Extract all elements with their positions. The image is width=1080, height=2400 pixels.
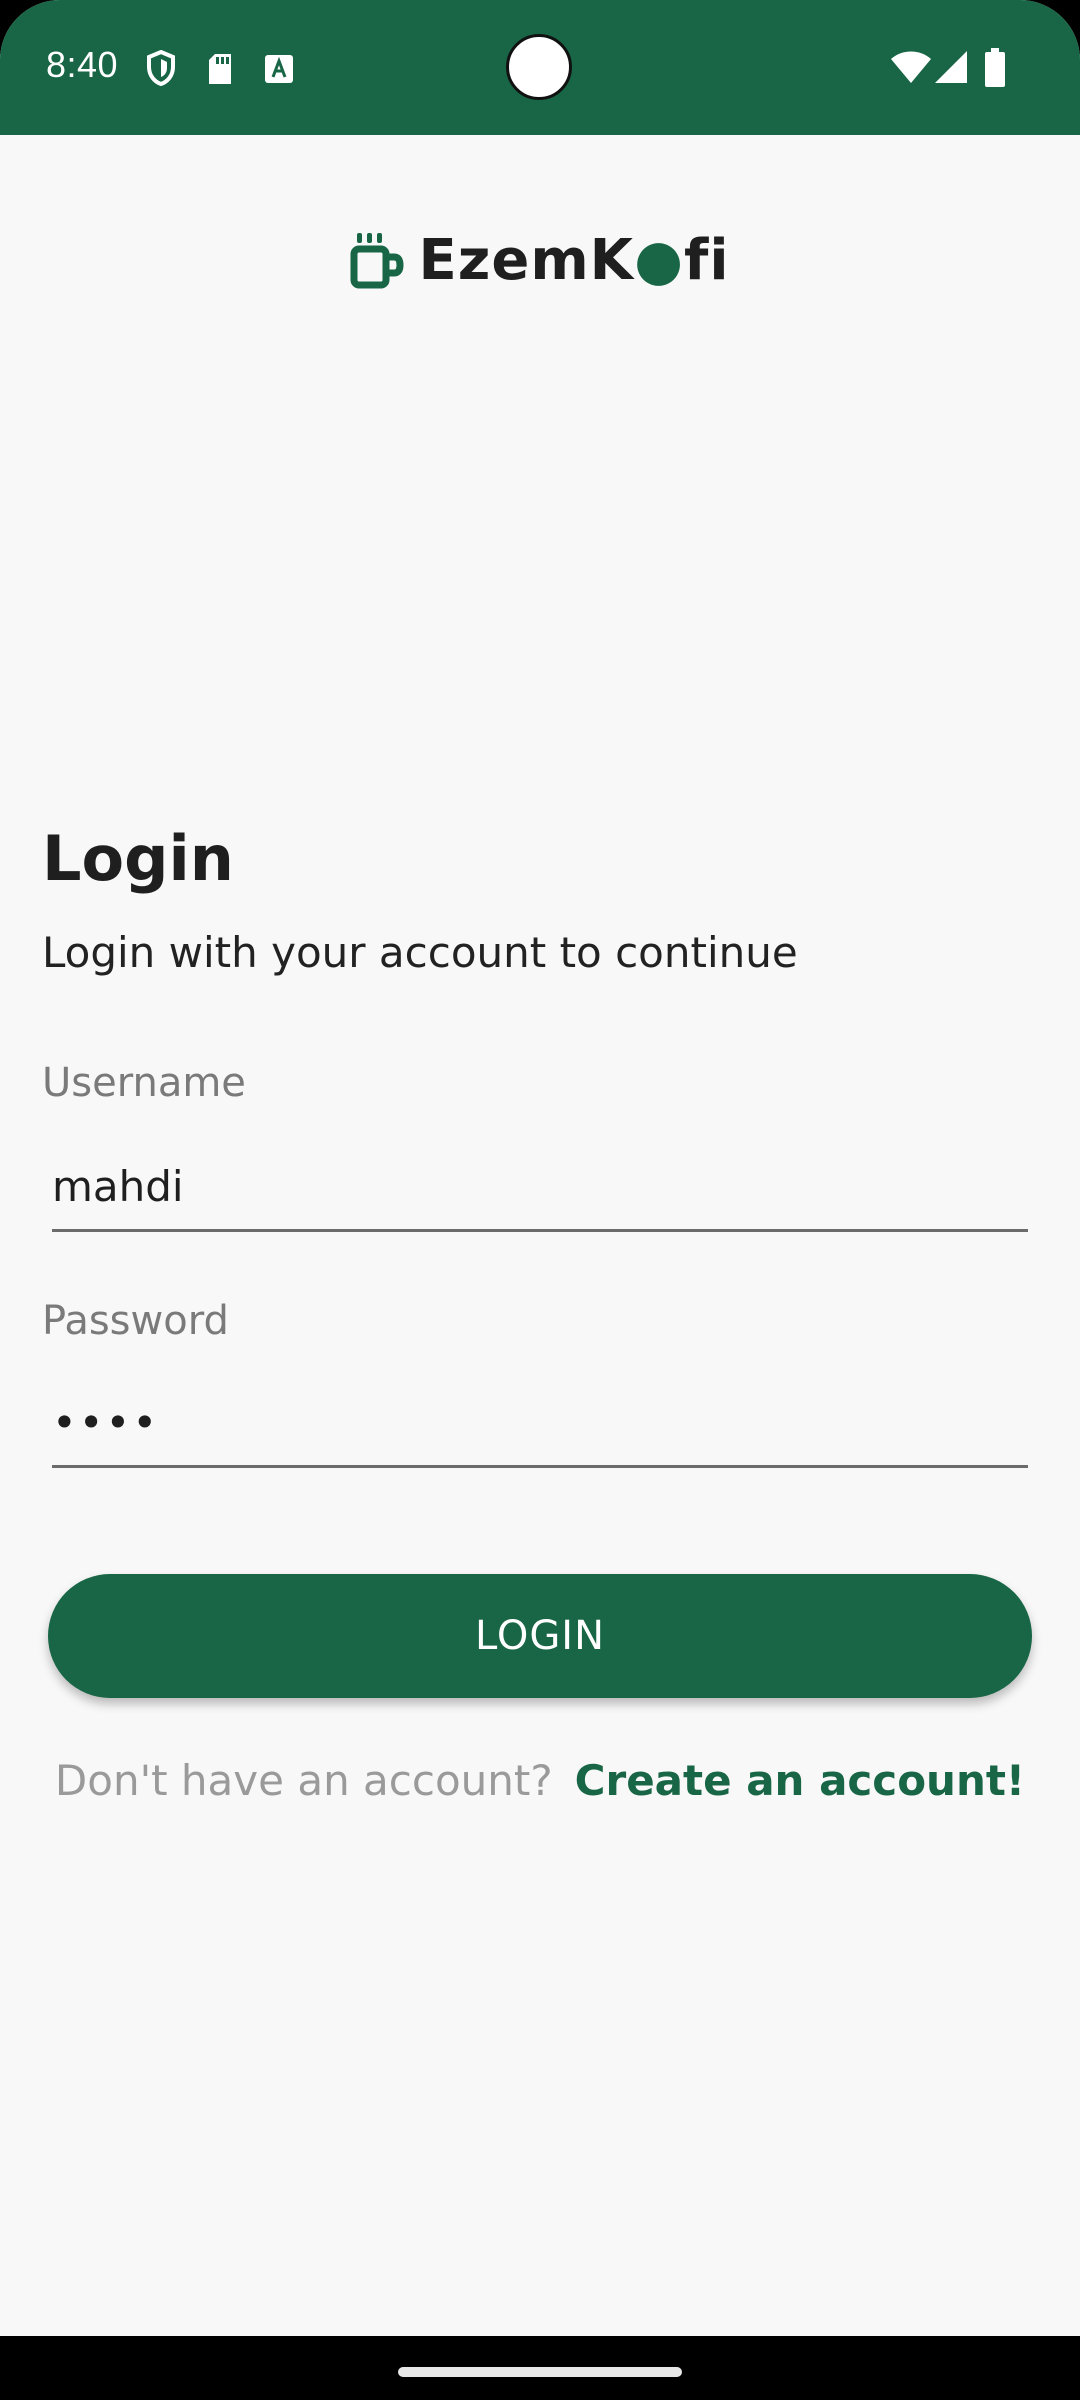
signup-row: Don't have an account? Create an account… <box>0 1756 1080 1805</box>
login-screen: 8:40 EzemK●fi Login Login with your acco… <box>0 0 1080 2400</box>
signup-prompt: Don't have an account? <box>54 1756 553 1805</box>
brand-name: EzemK●fi <box>418 228 730 293</box>
coffee-cup-icon <box>350 232 404 288</box>
app-logo: EzemK●fi <box>0 228 1080 293</box>
signal-icon <box>935 51 967 83</box>
page-title: Login <box>42 822 234 895</box>
home-indicator[interactable] <box>398 2367 682 2377</box>
status-bar: 8:40 <box>0 0 1080 135</box>
username-label: Username <box>42 1060 246 1106</box>
battery-icon <box>985 48 1005 87</box>
shield-icon <box>147 50 175 86</box>
login-button[interactable]: LOGIN <box>48 1574 1032 1698</box>
sd-card-icon <box>209 54 231 84</box>
username-field[interactable] <box>52 1144 1028 1232</box>
wifi-icon <box>891 51 931 83</box>
create-account-link[interactable]: Create an account! <box>575 1756 1025 1805</box>
password-field[interactable] <box>52 1380 1028 1468</box>
font-a-icon <box>265 55 293 83</box>
page-subtitle: Login with your account to continue <box>42 928 798 977</box>
status-time: 8:40 <box>46 44 119 85</box>
password-label: Password <box>42 1298 229 1344</box>
camera-cutout <box>506 34 572 100</box>
